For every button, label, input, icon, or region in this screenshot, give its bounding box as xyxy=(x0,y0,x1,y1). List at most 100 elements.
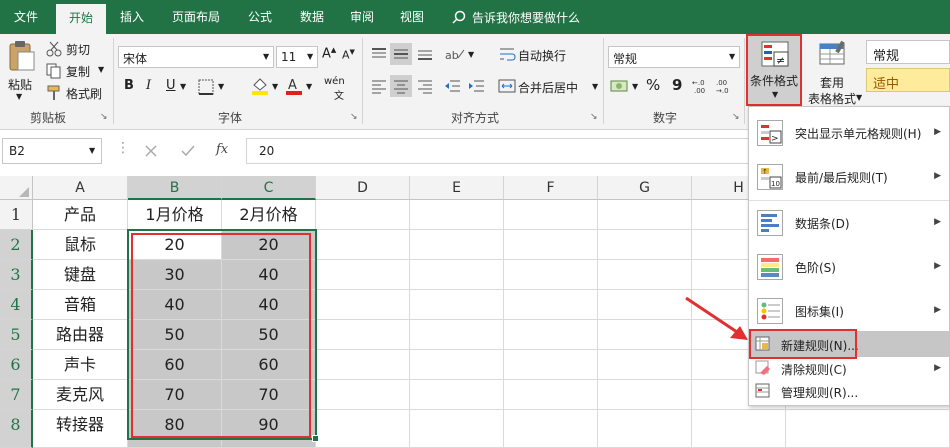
empty-cell[interactable] xyxy=(504,290,598,320)
format-as-table-button[interactable]: 套用 表格格式 ▼ xyxy=(806,36,864,106)
empty-cell[interactable] xyxy=(598,290,692,320)
font-name-select[interactable]: 宋体 ▼ xyxy=(118,46,274,68)
increase-decimal-icon[interactable]: ←.0.00 xyxy=(692,78,712,94)
empty-cell[interactable] xyxy=(786,410,950,448)
decrease-font-icon[interactable]: A▼ xyxy=(342,48,355,62)
data-cell[interactable]: 50 xyxy=(222,320,316,350)
fill-color-icon[interactable] xyxy=(250,76,270,96)
italic-button[interactable]: I xyxy=(146,78,151,93)
menu-item-icon-sets[interactable]: 图标集(I) ▶ xyxy=(749,289,949,333)
merge-center-button[interactable]: 合并后居中 ▼ xyxy=(498,76,606,96)
underline-button[interactable]: U xyxy=(166,78,176,93)
data-cell[interactable]: 20 xyxy=(128,230,222,260)
cancel-icon[interactable] xyxy=(144,144,158,158)
empty-cell[interactable] xyxy=(410,410,504,448)
fill-handle[interactable] xyxy=(312,435,319,442)
decrease-decimal-icon[interactable]: .00→.0 xyxy=(716,78,736,94)
increase-indent-icon[interactable] xyxy=(468,78,486,94)
currency-icon[interactable] xyxy=(610,78,630,94)
empty-cell[interactable] xyxy=(504,320,598,350)
data-cell[interactable]: 麦克风 xyxy=(33,380,128,410)
phonetic-guide-icon[interactable]: wén xyxy=(324,76,345,87)
tab-formulas[interactable]: 公式 xyxy=(238,0,282,34)
header-cell[interactable]: 2月价格 xyxy=(222,200,316,230)
data-cell[interactable]: 鼠标 xyxy=(33,230,128,260)
data-cell[interactable]: 70 xyxy=(222,380,316,410)
borders-icon[interactable] xyxy=(198,79,216,95)
decrease-indent-icon[interactable] xyxy=(444,78,462,94)
data-cell[interactable]: 30 xyxy=(128,260,222,290)
tab-review[interactable]: 审阅 xyxy=(340,0,384,34)
format-painter-button[interactable]: 格式刷 xyxy=(46,84,106,102)
insert-function-button[interactable]: fx xyxy=(216,142,228,157)
tab-home[interactable]: 开始 xyxy=(56,4,106,34)
empty-cell[interactable] xyxy=(504,230,598,260)
menu-item-data-bars[interactable]: 数据条(D) ▶ xyxy=(749,201,949,245)
data-cell[interactable]: 60 xyxy=(222,350,316,380)
column-header-c[interactable]: C xyxy=(222,176,316,200)
menu-item-manage-rules[interactable]: 管理规则(R)... xyxy=(749,379,949,403)
row-header-7[interactable]: 7 xyxy=(0,380,33,410)
align-top-icon[interactable] xyxy=(370,46,388,62)
row-header-6[interactable]: 6 xyxy=(0,350,33,380)
select-all-corner[interactable] xyxy=(0,176,33,200)
data-cell[interactable]: 转接器 xyxy=(33,410,128,448)
data-cell[interactable]: 90 xyxy=(222,410,316,448)
empty-cell[interactable] xyxy=(504,350,598,380)
data-cell[interactable]: 80 xyxy=(128,410,222,448)
chevron-down-icon[interactable]: ▼ xyxy=(218,82,224,91)
more-options-icon[interactable]: ⋮ xyxy=(116,140,130,156)
tab-page-layout[interactable]: 页面布局 xyxy=(164,0,228,34)
row-header-1[interactable]: 1 xyxy=(0,200,33,230)
data-cell[interactable]: 50 xyxy=(128,320,222,350)
cell-style-normal[interactable]: 常规 xyxy=(866,40,950,64)
tab-data[interactable]: 数据 xyxy=(290,0,334,34)
data-cell[interactable]: 键盘 xyxy=(33,260,128,290)
empty-cell[interactable] xyxy=(504,260,598,290)
column-header-g[interactable]: G xyxy=(598,176,692,200)
wrap-text-button[interactable]: 自动换行 xyxy=(498,44,596,64)
number-format-select[interactable]: 常规 ▼ xyxy=(608,46,740,68)
empty-cell[interactable] xyxy=(598,350,692,380)
enter-icon[interactable] xyxy=(180,144,196,158)
data-cell[interactable]: 40 xyxy=(128,290,222,320)
empty-cell[interactable] xyxy=(410,350,504,380)
empty-cell[interactable] xyxy=(598,200,692,230)
comma-style-button[interactable]: 9 xyxy=(672,76,682,94)
chevron-down-icon[interactable]: ▼ xyxy=(306,82,312,91)
empty-cell[interactable] xyxy=(410,200,504,230)
name-box[interactable]: B2 ▼ xyxy=(2,138,102,164)
menu-item-clear-rules[interactable]: 清除规则(C) ▶ xyxy=(749,357,949,379)
chevron-down-icon[interactable]: ▼ xyxy=(468,50,474,59)
empty-cell[interactable] xyxy=(598,230,692,260)
column-header-f[interactable]: F xyxy=(504,176,598,200)
empty-cell[interactable] xyxy=(410,290,504,320)
copy-button[interactable]: 复制 ▼ xyxy=(46,62,108,80)
cut-button[interactable]: 剪切 xyxy=(46,40,106,58)
empty-cell[interactable] xyxy=(316,200,410,230)
empty-cell[interactable] xyxy=(316,290,410,320)
dialog-launcher-icon[interactable]: ↘ xyxy=(350,112,358,122)
empty-cell[interactable] xyxy=(504,410,598,448)
row-header-3[interactable]: 3 xyxy=(0,260,33,290)
data-cell[interactable]: 40 xyxy=(222,260,316,290)
data-cell[interactable]: 声卡 xyxy=(33,350,128,380)
row-header-4[interactable]: 4 xyxy=(0,290,33,320)
chevron-down-icon[interactable]: ▼ xyxy=(272,82,278,91)
header-cell[interactable]: 1月价格 xyxy=(128,200,222,230)
column-header-b[interactable]: B xyxy=(128,176,222,200)
tab-file[interactable]: 文件 xyxy=(0,0,52,34)
menu-item-color-scales[interactable]: 色阶(S) ▶ xyxy=(749,245,949,289)
align-left-icon[interactable] xyxy=(370,78,388,94)
menu-item-top-bottom-rules[interactable]: ↑ 10 最前/最后规则(T) ▶ xyxy=(749,155,949,199)
dialog-launcher-icon[interactable]: ↘ xyxy=(732,112,740,122)
empty-cell[interactable] xyxy=(692,410,786,448)
cell-style-neutral[interactable]: 适中 xyxy=(866,68,950,92)
empty-cell[interactable] xyxy=(598,320,692,350)
column-header-d[interactable]: D xyxy=(316,176,410,200)
empty-cell[interactable] xyxy=(316,410,410,448)
align-middle-button[interactable] xyxy=(390,43,412,65)
data-cell[interactable]: 20 xyxy=(222,230,316,260)
data-cell[interactable]: 音箱 xyxy=(33,290,128,320)
chevron-down-icon[interactable]: ▼ xyxy=(180,82,186,91)
